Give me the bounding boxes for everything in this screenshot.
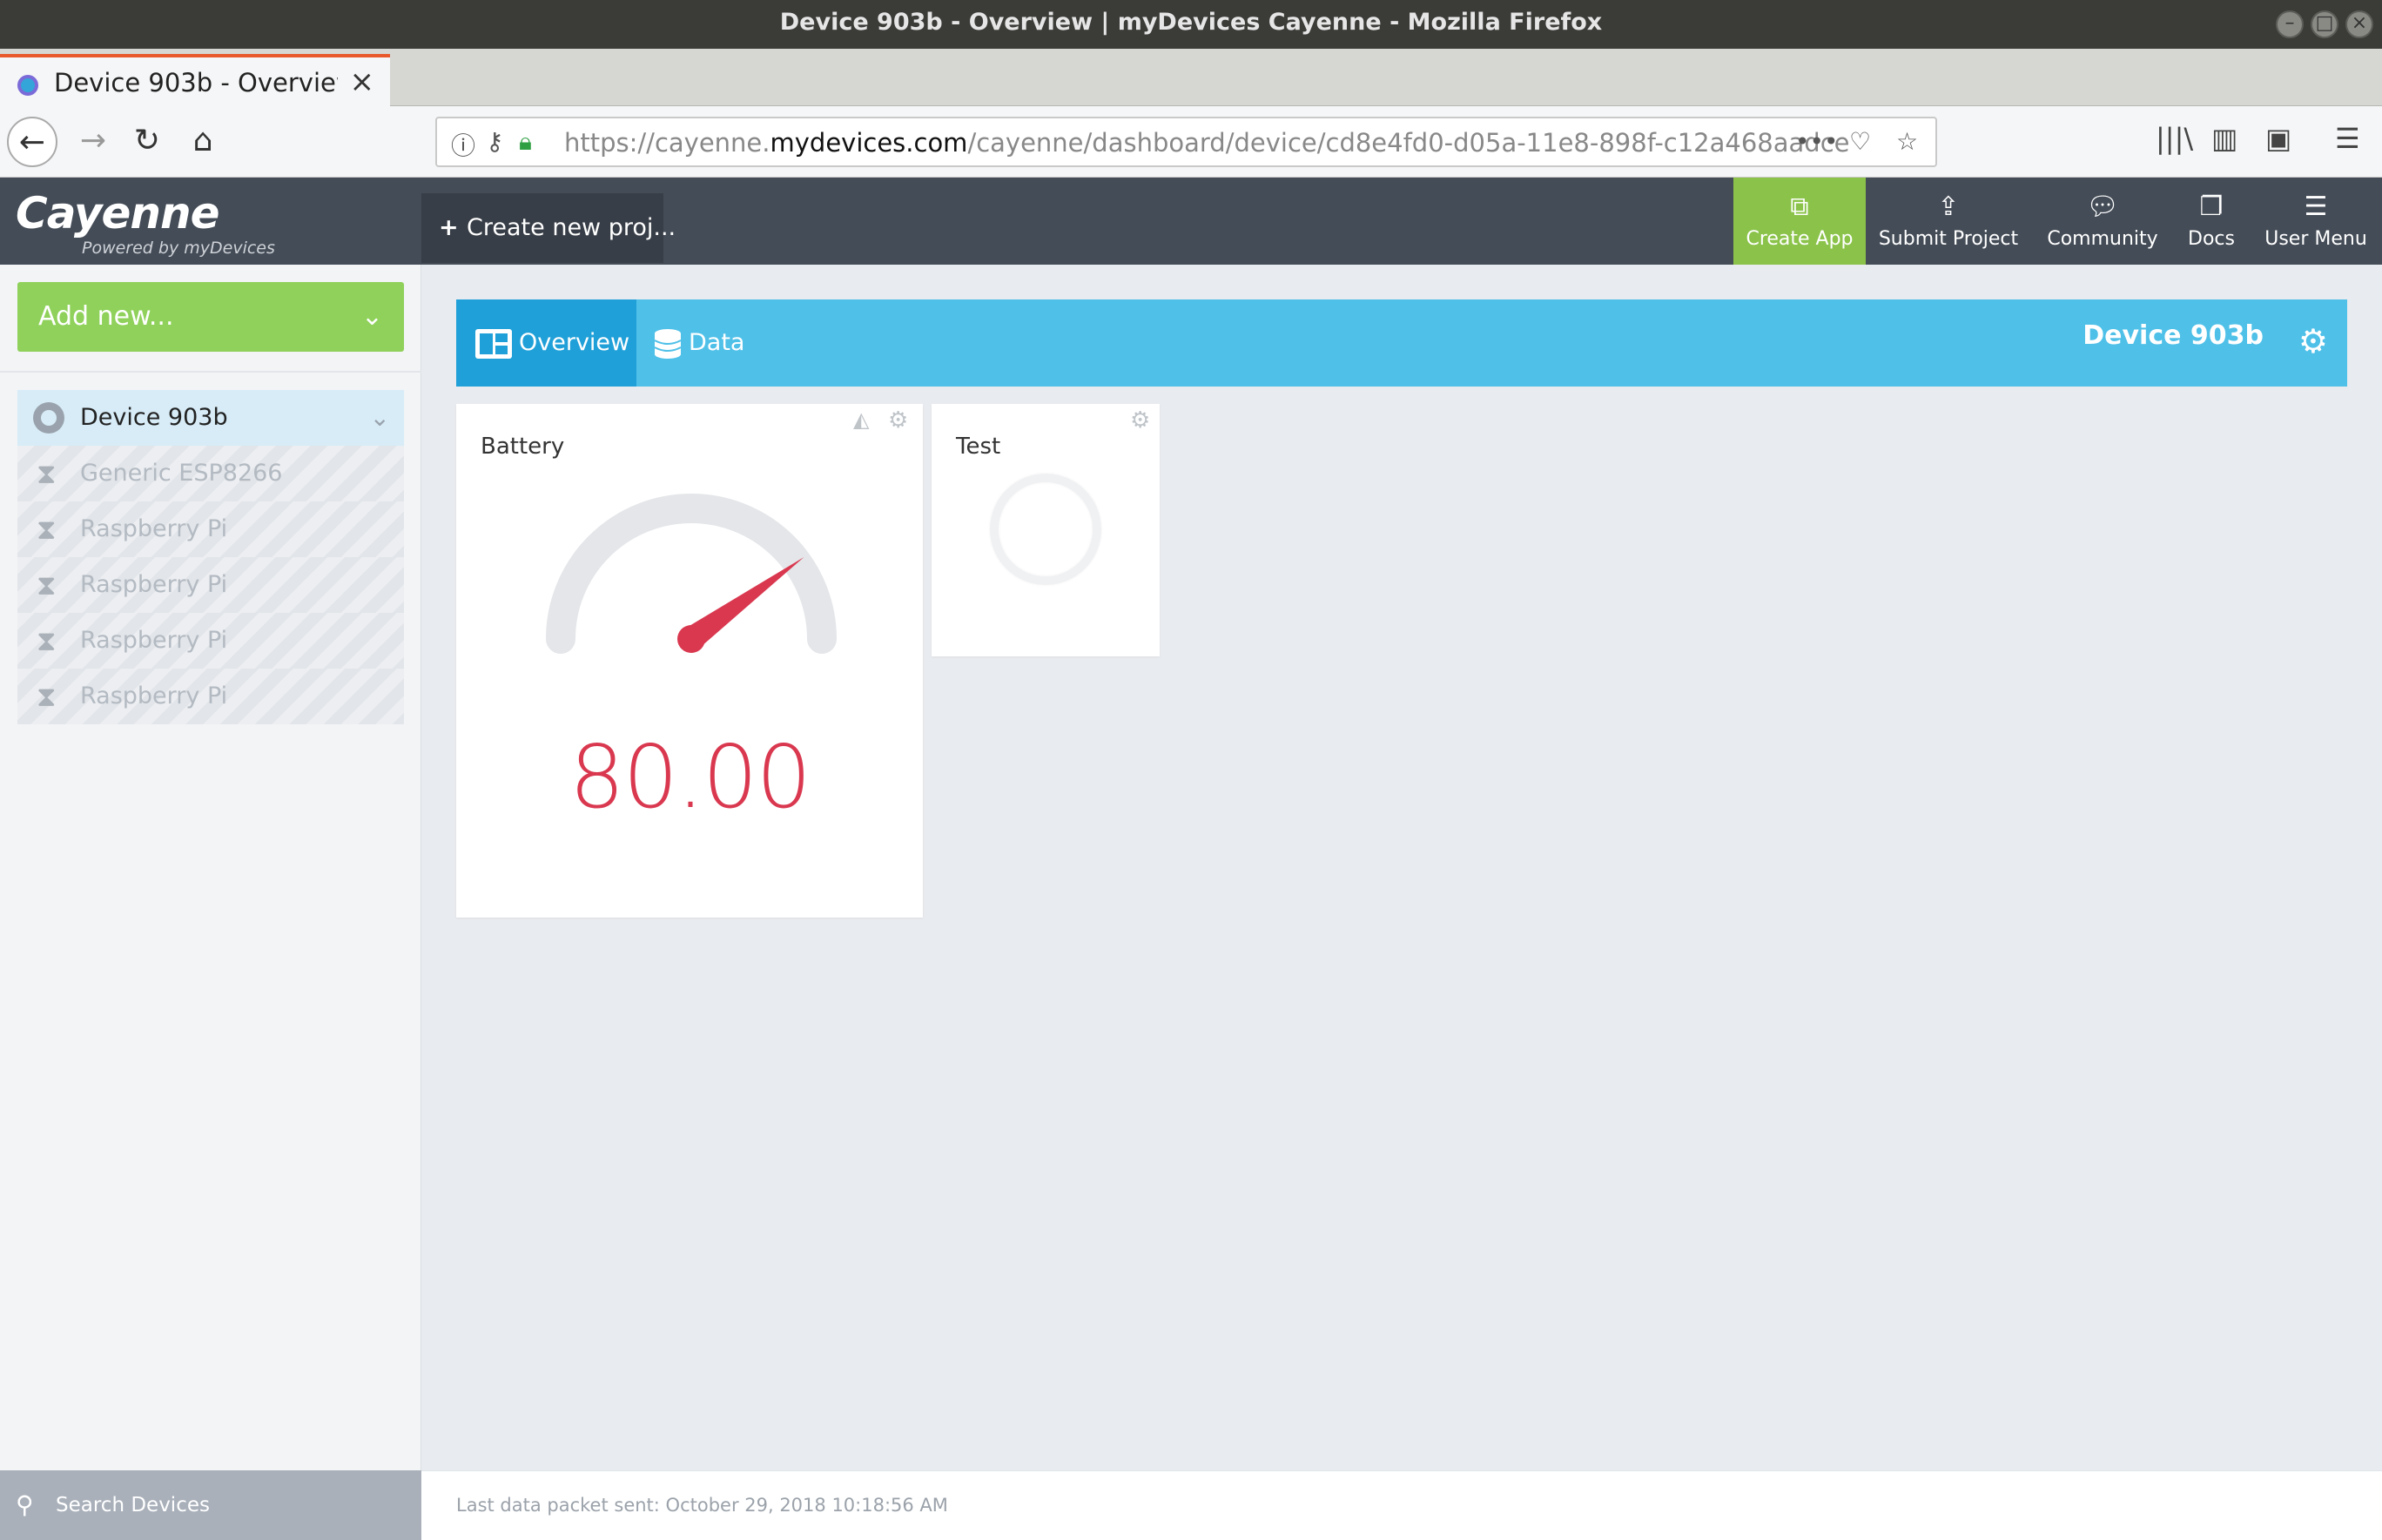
share-icon: ⇪ (1937, 192, 1960, 222)
browser-menu-icon[interactable]: ☰ (2335, 122, 2360, 155)
community-label: Community (2047, 228, 2158, 250)
docs-icon: ❐ (2199, 192, 2224, 222)
chevron-down-icon: ⌄ (360, 301, 383, 332)
pocket-icon[interactable]: ♡ (1849, 127, 1871, 156)
add-new-dropdown[interactable]: Add new... ⌄ (17, 282, 404, 352)
device-name: Raspberry Pi (80, 515, 228, 542)
cayenne-logo[interactable]: Cayenne Powered by myDevices (16, 188, 275, 258)
add-new-label: Add new... (38, 301, 174, 332)
home-button[interactable]: ⌂ (178, 117, 228, 167)
device-item-device-903b[interactable]: Device 903b ⌄ (17, 390, 404, 446)
key-icon[interactable]: ⚷ (486, 127, 504, 156)
device-item-raspberry-pi[interactable]: ⧗ Raspberry Pi (17, 501, 404, 557)
page-actions-icon[interactable]: ••• (1795, 127, 1839, 156)
hourglass-icon: ⧗ (37, 568, 57, 602)
device-status-icon (33, 402, 64, 434)
cayenne-favicon-icon (17, 75, 38, 96)
create-project-label: Create new proj... (467, 214, 676, 241)
hourglass-icon: ⧗ (37, 513, 57, 546)
chat-bubbles-icon: 💬︎ (2085, 192, 2120, 222)
device-list: Device 903b ⌄ ⧗ Generic ESP8266 ⧗ Raspbe… (17, 390, 404, 724)
extension-icon[interactable]: ▣ (2265, 122, 2291, 155)
hourglass-icon: ⧗ (37, 624, 57, 657)
hourglass-icon: ⧗ (37, 680, 57, 713)
device-item-raspberry-pi[interactable]: ⧗ Raspberry Pi (17, 613, 404, 669)
battery-widget: ◭ ⚙ Battery 80.00 (456, 404, 923, 918)
app-header: Cayenne Powered by myDevices + Create ne… (0, 178, 2382, 265)
url-bar[interactable]: ⓘ ⚷ 🔒︎ https://cayenne.mydevices.com/cay… (435, 117, 1937, 167)
hamburger-icon: ☰ (2304, 192, 2328, 222)
docs-button[interactable]: ❐ Docs (2178, 178, 2244, 265)
status-footer: Last data packet sent: October 29, 2018 … (421, 1470, 2382, 1540)
device-item-raspberry-pi[interactable]: ⧗ Raspberry Pi (17, 669, 404, 724)
widget-title: Test (956, 434, 1001, 460)
tab-data-label: Data (689, 329, 745, 356)
maximize-window-button[interactable]: □ (2311, 10, 2338, 38)
forward-button[interactable]: → (68, 117, 118, 167)
chart-icon[interactable]: ◭ (853, 407, 869, 432)
database-icon (654, 328, 682, 359)
device-name: Raspberry Pi (80, 571, 228, 598)
create-app-button[interactable]: ⧉ Create App (1733, 178, 1866, 265)
sidebar-toggle-icon[interactable]: ▥ (2211, 122, 2237, 155)
device-item-raspberry-pi[interactable]: ⧗ Raspberry Pi (17, 557, 404, 613)
device-name: Raspberry Pi (80, 683, 228, 709)
back-button[interactable]: ← (7, 117, 57, 167)
docs-label: Docs (2188, 228, 2235, 250)
user-menu-button[interactable]: ☰ User Menu (2258, 178, 2373, 265)
device-name: Device 903b (80, 404, 228, 431)
widget-settings-gear-icon[interactable]: ⚙ (1130, 407, 1150, 434)
create-app-label: Create App (1746, 228, 1854, 250)
submit-project-button[interactable]: ⇪ Submit Project (1870, 178, 2027, 265)
plus-icon: + (439, 214, 468, 241)
user-menu-label: User Menu (2264, 228, 2367, 250)
browser-tab-label: Device 903b - Overview (54, 68, 338, 98)
window-title: Device 903b - Overview | myDevices Cayen… (779, 9, 1603, 36)
bookmark-star-icon[interactable]: ☆ (1896, 127, 1918, 156)
gauge-value: 80.00 (569, 726, 811, 828)
browser-navbar: ← → ↻ ⌂ ⓘ ⚷ 🔒︎ https://cayenne.mydevices… (0, 106, 2382, 178)
close-window-button[interactable]: × (2345, 10, 2373, 38)
minimize-window-button[interactable]: – (2276, 10, 2304, 38)
device-item-generic-esp8266[interactable]: ⧗ Generic ESP8266 (17, 446, 404, 501)
create-project-button[interactable]: + Create new proj... (421, 193, 676, 263)
url-text[interactable]: https://cayenne.mydevices.com/cayenne/da… (564, 128, 1849, 158)
widget-title: Battery (481, 434, 565, 460)
tab-data[interactable]: Data (636, 299, 750, 387)
device-title: Device 903b (2083, 320, 2264, 351)
device-settings-gear-icon[interactable]: ⚙ (2298, 322, 2328, 360)
lock-icon[interactable]: 🔒︎ (519, 127, 532, 157)
create-app-icon: ⧉ (1790, 192, 1809, 222)
browser-tabbar: Device 903b - Overview × + (0, 49, 2382, 149)
community-button[interactable]: 💬︎ Community (2037, 178, 2168, 265)
submit-project-label: Submit Project (1878, 228, 2019, 250)
logo-text: Cayenne (16, 188, 220, 239)
device-name: Raspberry Pi (80, 627, 228, 654)
dashboard-icon (475, 328, 512, 359)
tab-overview-label: Overview (519, 329, 630, 356)
close-tab-icon[interactable]: × (350, 64, 375, 99)
browser-tab[interactable]: Device 903b - Overview × (0, 54, 390, 106)
chevron-down-icon[interactable]: ⌄ (370, 390, 390, 446)
window-titlebar: Device 903b - Overview | myDevices Cayen… (0, 0, 2382, 49)
sidebar-divider (0, 371, 421, 373)
last-packet-text: Last data packet sent: October 29, 2018 … (456, 1495, 948, 1516)
search-devices-input[interactable]: ⚲ Search Devices (0, 1470, 421, 1540)
device-header-bar: Overview Data Device 903b ⚙ (456, 299, 2347, 387)
search-devices-placeholder: Search Devices (56, 1494, 210, 1516)
tab-overview[interactable]: Overview (456, 299, 636, 387)
device-sidebar: Add new... ⌄ Device 903b ⌄ ⧗ Generic ESP… (0, 265, 421, 1540)
search-icon: ⚲ (16, 1490, 34, 1519)
battery-gauge (546, 494, 837, 654)
info-icon[interactable]: ⓘ (451, 127, 475, 162)
widget-settings-gear-icon[interactable]: ⚙ (888, 407, 908, 434)
device-name: Generic ESP8266 (80, 460, 283, 487)
library-icon[interactable]: |||\ (2156, 122, 2193, 155)
logo-subtitle: Powered by myDevices (82, 239, 275, 258)
hourglass-icon: ⧗ (37, 457, 57, 490)
reload-button[interactable]: ↻ (122, 117, 172, 167)
test-widget: ⚙ Test (932, 404, 1160, 656)
loading-spinner (990, 474, 1101, 585)
